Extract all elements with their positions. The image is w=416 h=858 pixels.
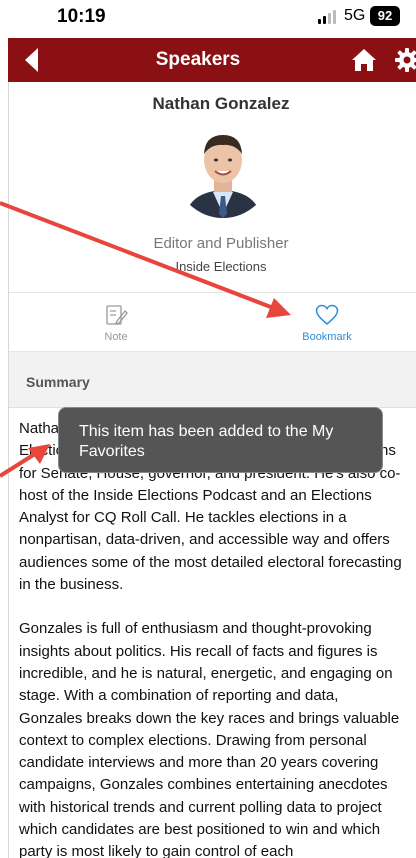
- summary-paragraph: Gonzales is full of enthusiasm and thoug…: [19, 620, 400, 858]
- bookmark-button[interactable]: Bookmark: [267, 293, 387, 353]
- network-label: 5G: [344, 7, 366, 24]
- action-row: Note Bookmark: [9, 292, 416, 352]
- note-button[interactable]: Note: [56, 293, 176, 353]
- home-icon: [352, 49, 376, 71]
- status-time: 10:19: [57, 6, 106, 27]
- battery-icon: 92: [370, 6, 400, 26]
- speaker-title: Editor and Publisher: [153, 235, 289, 252]
- home-button[interactable]: [351, 47, 377, 73]
- avatar: [175, 122, 271, 218]
- gear-icon: [395, 48, 416, 72]
- status-bar: 10:19 5G 92: [0, 0, 416, 34]
- heart-icon: [315, 304, 339, 325]
- battery-level: 92: [377, 8, 393, 23]
- summary-text: Nathan L. Gonzalez is the Editor & Publi…: [19, 418, 404, 858]
- note-label: Note: [104, 331, 128, 343]
- bookmark-label: Bookmark: [302, 331, 352, 343]
- page-title: Speakers: [155, 49, 241, 70]
- speaker-organization: Inside Elections: [175, 259, 267, 274]
- speaker-name: Nathan Gonzalez: [152, 94, 290, 113]
- summary-header: Summary: [9, 352, 416, 408]
- signal-icon: [318, 10, 340, 24]
- nav-bar: Speakers: [8, 38, 416, 82]
- toast-message: This item has been added to the My Favor…: [79, 423, 334, 460]
- summary-heading: Summary: [26, 374, 90, 390]
- note-icon: [106, 305, 128, 326]
- favorites-toast: This item has been added to the My Favor…: [58, 407, 383, 473]
- settings-button[interactable]: [394, 47, 416, 73]
